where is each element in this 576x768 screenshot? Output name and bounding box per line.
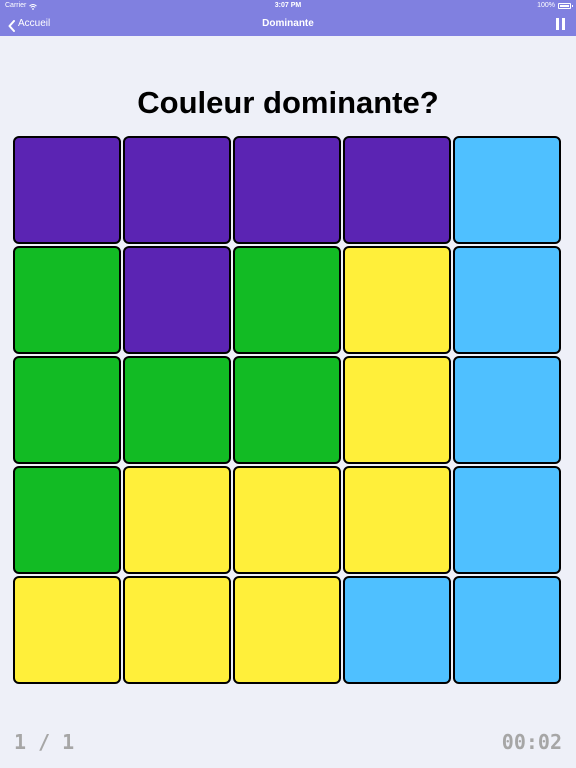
battery-info: 100% <box>537 0 573 12</box>
grid-cell-yellow[interactable] <box>343 466 451 574</box>
grid-cell-yellow[interactable] <box>123 466 231 574</box>
grid-cell-green[interactable] <box>123 356 231 464</box>
grid-cell-yellow[interactable] <box>343 246 451 354</box>
grid-cell-blue[interactable] <box>343 576 451 684</box>
back-button-label: Accueil <box>18 18 51 29</box>
grid-cell-purple[interactable] <box>233 136 341 244</box>
nav-title: Dominante <box>262 18 314 29</box>
back-button[interactable]: Accueil <box>8 12 50 36</box>
grid-cell-blue[interactable] <box>453 576 561 684</box>
status-bar: Carrier 3:07 PM 100% <box>0 0 576 12</box>
battery-icon <box>558 3 573 9</box>
nav-bar: Accueil Dominante <box>0 12 576 36</box>
grid-cell-yellow[interactable] <box>343 356 451 464</box>
grid-cell-purple[interactable] <box>123 136 231 244</box>
status-time: 3:07 PM <box>274 2 302 9</box>
grid-cell-green[interactable] <box>233 356 341 464</box>
grid-cell-green[interactable] <box>13 356 121 464</box>
color-grid <box>13 136 563 686</box>
progress-counter: 1 / 1 <box>14 730 75 754</box>
grid-cell-blue[interactable] <box>453 136 561 244</box>
grid-cell-yellow[interactable] <box>123 576 231 684</box>
grid-cell-green[interactable] <box>233 246 341 354</box>
timer: 00:02 <box>501 730 562 754</box>
grid-cell-blue[interactable] <box>453 246 561 354</box>
grid-cell-green[interactable] <box>13 466 121 574</box>
grid-cell-blue[interactable] <box>453 356 561 464</box>
grid-cell-purple[interactable] <box>343 136 451 244</box>
header: Carrier 3:07 PM 100% Accueil Dominante <box>0 0 576 36</box>
pause-icon <box>561 18 565 30</box>
grid-cell-purple[interactable] <box>13 136 121 244</box>
grid-cell-yellow[interactable] <box>233 576 341 684</box>
grid-cell-purple[interactable] <box>123 246 231 354</box>
pause-button[interactable] <box>554 18 566 30</box>
pause-icon <box>555 18 559 30</box>
grid-cell-green[interactable] <box>13 246 121 354</box>
question-title: Couleur dominante? <box>137 85 439 120</box>
grid-cell-yellow[interactable] <box>233 466 341 574</box>
chevron-left-icon <box>8 18 15 32</box>
grid-cell-blue[interactable] <box>453 466 561 574</box>
grid-cell-yellow[interactable] <box>13 576 121 684</box>
battery-percent: 100% <box>537 2 555 9</box>
